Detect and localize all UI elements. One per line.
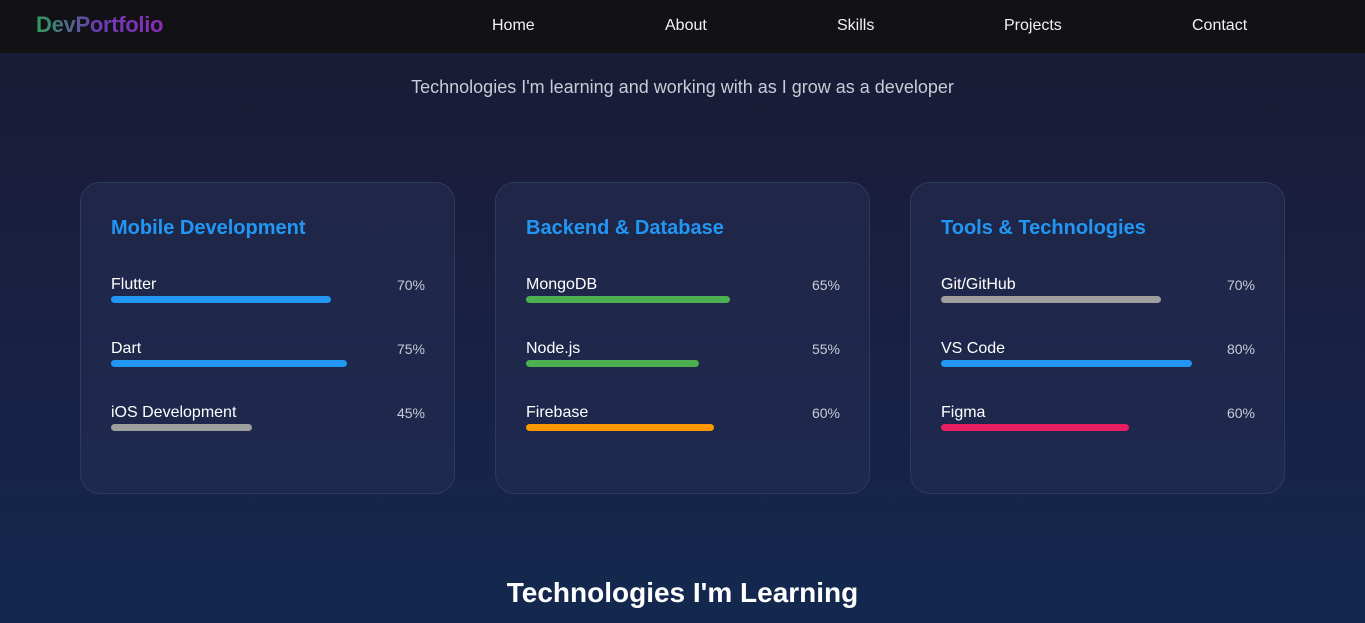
skill-percent: 45% (396, 405, 425, 421)
progress-track (526, 296, 840, 303)
skill-item: Firebase 60% (526, 404, 840, 444)
skill-name: MongoDB (526, 276, 598, 293)
skill-item: MongoDB 65% (526, 276, 840, 316)
logo-text-portfolio: Portfolio (75, 12, 164, 37)
skill-item: Dart 75% (111, 340, 425, 380)
skill-item: Flutter 70% (111, 276, 425, 316)
site-logo[interactable]: DevPortfolio (36, 12, 163, 38)
skill-percent: 75% (396, 341, 425, 357)
skill-percent: 70% (1226, 277, 1255, 293)
skill-name: Firebase (526, 404, 589, 421)
card-title: Backend & Database (526, 217, 724, 239)
skill-item: Node.js 55% (526, 340, 840, 380)
skill-card-backend: Backend & Database MongoDB 65% Node.js 5… (495, 182, 870, 494)
skill-name: Git/GitHub (941, 276, 1016, 293)
progress-bar (941, 360, 1193, 367)
progress-track (941, 296, 1255, 303)
skills-subtitle: Technologies I'm learning and working wi… (411, 77, 954, 97)
skill-percent: 70% (396, 277, 425, 293)
progress-track (526, 360, 840, 367)
skill-item: Figma 60% (941, 404, 1255, 444)
progress-bar (941, 296, 1161, 303)
nav-link-contact[interactable]: Contact (1192, 17, 1247, 35)
skill-item: VS Code 80% (941, 340, 1255, 380)
skill-percent: 55% (811, 341, 840, 357)
nav-link-projects[interactable]: Projects (1004, 17, 1062, 35)
progress-track (111, 424, 425, 431)
progress-bar (111, 424, 253, 431)
progress-track (941, 424, 1255, 431)
card-title: Mobile Development (111, 217, 306, 239)
nav-link-skills[interactable]: Skills (837, 17, 874, 35)
progress-bar (526, 296, 731, 303)
skill-name: Dart (111, 340, 142, 357)
nav-link-home[interactable]: Home (492, 17, 535, 35)
skill-percent: 60% (811, 405, 840, 421)
skill-name: VS Code (941, 340, 1006, 357)
progress-track (111, 296, 425, 303)
skill-name: iOS Development (111, 404, 237, 421)
nav-link-about[interactable]: About (665, 17, 707, 35)
skill-item: iOS Development 45% (111, 404, 425, 444)
progress-bar (111, 296, 331, 303)
progress-bar (941, 424, 1130, 431)
logo-text-dev: Dev (36, 12, 76, 37)
progress-track (526, 424, 840, 431)
skill-item: Git/GitHub 70% (941, 276, 1255, 316)
progress-track (941, 360, 1255, 367)
skill-name: Figma (941, 404, 986, 421)
card-title: Tools & Technologies (941, 217, 1146, 239)
skill-name: Node.js (526, 340, 581, 357)
skill-percent: 65% (811, 277, 840, 293)
progress-bar (526, 360, 699, 367)
progress-bar (111, 360, 347, 367)
skill-card-tools: Tools & Technologies Git/GitHub 70% VS C… (910, 182, 1285, 494)
section-heading-learning: Technologies I'm Learning (506, 577, 859, 608)
skill-percent: 80% (1226, 341, 1255, 357)
progress-track (111, 360, 425, 367)
top-navbar: DevPortfolio Home About Skills Projects … (0, 0, 1365, 53)
skill-name: Flutter (111, 276, 157, 293)
progress-bar (526, 424, 715, 431)
skill-card-mobile: Mobile Development Flutter 70% Dart 75% … (80, 182, 455, 494)
skill-percent: 60% (1226, 405, 1255, 421)
